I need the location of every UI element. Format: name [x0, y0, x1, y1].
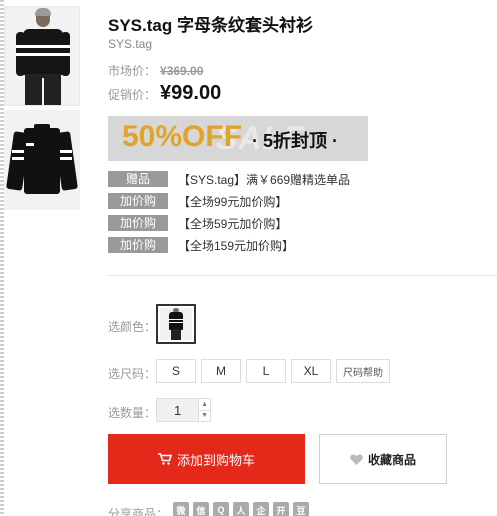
chevron-up-icon[interactable]: ▲ [199, 399, 210, 410]
brand-name: SYS.tag [108, 37, 153, 51]
size-help-button[interactable]: 尺码帮助 [336, 359, 390, 383]
color-swatch-black[interactable] [156, 304, 196, 344]
thumbnail-list [4, 6, 80, 210]
chevron-down-icon[interactable]: ▼ [199, 409, 210, 422]
gift-row[interactable]: 赠品 【SYS.tag】满￥669赠精选单品 [108, 168, 350, 190]
gift-text: 【SYS.tag】满￥669赠精选单品 [178, 172, 351, 187]
addon-row[interactable]: 加价购 【全场59元加价购】 [108, 212, 350, 234]
kaixin-icon[interactable]: 开 [273, 502, 289, 516]
gift-tag: 赠品 [108, 171, 168, 187]
addon-row[interactable]: 加价购 【全场159元加价购】 [108, 234, 350, 256]
weibo-icon[interactable]: 微 [173, 502, 189, 516]
thumbnail-model-front[interactable] [4, 6, 80, 106]
addon-text: 【全场159元加价购】 [178, 238, 295, 253]
favorite-button[interactable]: 收藏商品 [319, 434, 447, 484]
addon-row[interactable]: 加价购 【全场99元加价购】 [108, 190, 350, 212]
divider [108, 275, 497, 276]
size-option-l[interactable]: L [246, 359, 286, 383]
color-label: 选颜色： [108, 320, 157, 334]
promo-price-label: 促销价： [108, 88, 157, 102]
banner-headline: 50%OFF [122, 120, 243, 153]
promo-price-value: ¥99.00 [160, 82, 222, 104]
size-options: S M L XL 尺码帮助 [156, 359, 390, 383]
banner-subline: · 5折封顶 · [252, 131, 339, 151]
wechat-icon[interactable]: 信 [193, 502, 209, 516]
size-option-s[interactable]: S [156, 359, 196, 383]
quantity-input[interactable]: 1 [157, 399, 198, 421]
product-title: SYS.tag 字母条纹套头衬衫 [108, 16, 313, 35]
quantity-label: 选数量： [108, 406, 157, 420]
addon-text: 【全场99元加价购】 [178, 194, 288, 209]
douban-icon[interactable]: 豆 [293, 502, 309, 516]
market-price-label: 市场价： [108, 64, 157, 78]
gift-list: 赠品 【SYS.tag】满￥669赠精选单品 加价购 【全场99元加价购】 加价… [108, 168, 350, 256]
promo-price-row: 促销价： ¥99.00 [108, 82, 221, 105]
qzone-icon[interactable]: Q [213, 502, 229, 516]
add-to-cart-button[interactable]: 添加到购物车 [108, 434, 305, 484]
size-option-m[interactable]: M [201, 359, 241, 383]
add-to-cart-label: 添加到购物车 [176, 452, 255, 468]
share-label: 分享商品： [108, 507, 169, 516]
addon-text: 【全场59元加价购】 [178, 216, 288, 231]
addon-tag: 加价购 [108, 215, 168, 231]
addon-tag: 加价购 [108, 193, 168, 209]
promo-banner[interactable]: SALE 50%OFF · 5折封顶 · [108, 116, 368, 161]
favorite-label: 收藏商品 [367, 452, 416, 467]
cart-icon [157, 453, 172, 465]
model-photo [5, 7, 79, 105]
share-icon-list: 微 信 Q 人 企 开 豆 [173, 502, 313, 516]
thumbnail-flat-shirt[interactable] [4, 110, 80, 210]
market-price-value: ¥369.00 [160, 64, 204, 78]
market-price-row: 市场价： ¥369.00 [108, 62, 203, 79]
size-label: 选尺码： [108, 367, 157, 381]
size-option-xl[interactable]: XL [291, 359, 331, 383]
shirt-photo [4, 110, 80, 210]
quantity-stepper[interactable]: 1 ▲ ▼ [156, 398, 211, 422]
qq-icon[interactable]: 企 [253, 502, 269, 516]
renren-icon[interactable]: 人 [233, 502, 249, 516]
heart-icon [350, 453, 363, 465]
addon-tag: 加价购 [108, 237, 168, 253]
